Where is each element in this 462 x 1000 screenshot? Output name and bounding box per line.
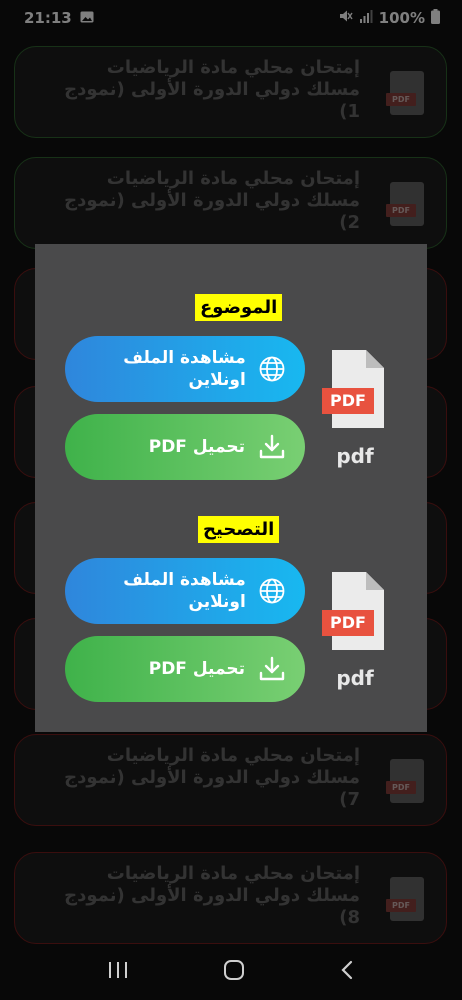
recent-apps-icon[interactable] <box>107 960 129 984</box>
globe-icon <box>258 576 287 606</box>
pdf-badge-text: PDF <box>330 613 366 632</box>
pdf-badge-text: PDF <box>330 391 366 410</box>
download-icon <box>257 432 287 462</box>
globe-icon <box>258 354 287 384</box>
download-dialog: الموضوع مشاهدة الملف اونلاين تحميل PDF P… <box>35 244 427 732</box>
button-label: مشاهدة الملف اونلاين <box>123 570 246 612</box>
correction-label: التصحيح <box>198 516 280 543</box>
system-nav-bar <box>0 944 462 1000</box>
button-label: تحميل PDF <box>148 659 245 679</box>
file-type-caption: pdf <box>336 444 374 468</box>
home-icon[interactable] <box>223 959 245 985</box>
correction-view-online-button[interactable]: مشاهدة الملف اونلاين <box>65 558 305 624</box>
download-icon <box>257 654 287 684</box>
back-icon[interactable] <box>339 959 355 985</box>
subject-label: الموضوع <box>195 294 283 321</box>
button-label: مشاهدة الملف اونلاين <box>123 348 246 390</box>
subject-download-pdf-button[interactable]: تحميل PDF <box>65 414 305 480</box>
file-type-caption: pdf <box>336 666 374 690</box>
correction-download-pdf-button[interactable]: تحميل PDF <box>65 636 305 702</box>
button-label: تحميل PDF <box>148 437 245 457</box>
subject-view-online-button[interactable]: مشاهدة الملف اونلاين <box>65 336 305 402</box>
